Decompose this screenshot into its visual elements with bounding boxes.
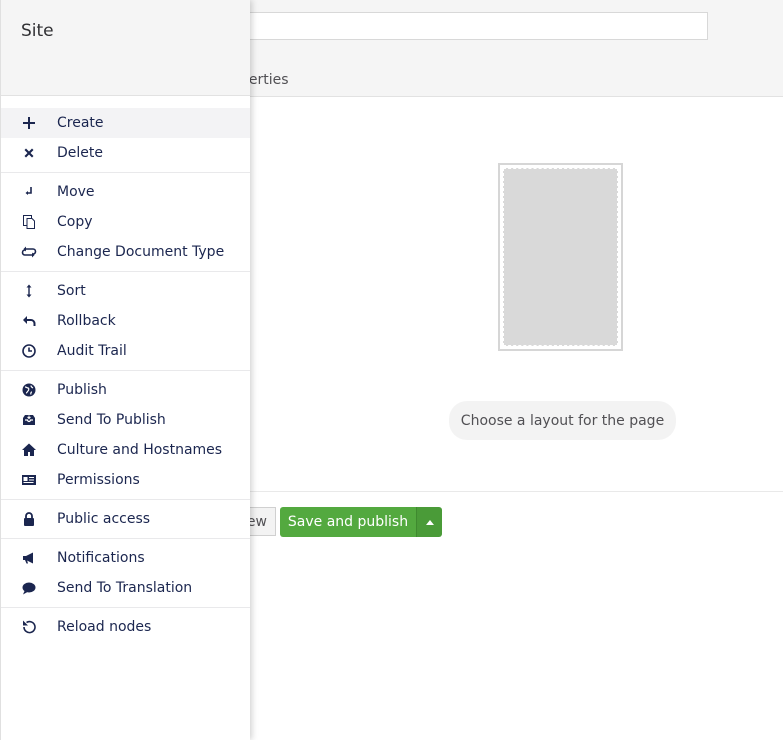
inbox-icon bbox=[1, 412, 57, 428]
clock-icon bbox=[1, 343, 57, 359]
menu-separator bbox=[1, 370, 250, 371]
menu-item-label: Copy bbox=[57, 214, 93, 230]
node-name-input[interactable] bbox=[240, 12, 708, 40]
caret-up-icon bbox=[425, 519, 434, 525]
menu-item-audit-trail[interactable]: Audit Trail bbox=[1, 336, 250, 366]
menu-item-reload-nodes[interactable]: Reload nodes bbox=[1, 612, 250, 642]
menu-item-label: Delete bbox=[57, 145, 103, 161]
menu-item-move[interactable]: Move bbox=[1, 177, 250, 207]
menu-item-label: Send To Translation bbox=[57, 580, 193, 596]
menu-item-label: Permissions bbox=[57, 472, 140, 488]
actions-menu: Create Delete Move Copy Change Document Type… bbox=[1, 96, 250, 642]
copy-icon bbox=[1, 214, 57, 230]
chat-icon bbox=[1, 580, 57, 596]
choose-layout-button[interactable]: Choose a layout for the page bbox=[449, 401, 676, 440]
menu-item-label: Public access bbox=[57, 511, 151, 527]
menu-item-label: Move bbox=[57, 184, 95, 200]
menu-item-label: Send To Publish bbox=[57, 412, 166, 428]
menu-item-culture-and-hostnames[interactable]: Culture and Hostnames bbox=[1, 435, 250, 465]
lock-icon bbox=[1, 511, 57, 527]
actions-panel: Site Create Delete Move Copy Change Document… bbox=[0, 0, 250, 740]
menu-separator bbox=[1, 607, 250, 608]
menu-separator bbox=[1, 499, 250, 500]
menu-item-publish[interactable]: Publish bbox=[1, 375, 250, 405]
menu-item-label: Change Document Type bbox=[57, 244, 225, 260]
menu-item-delete[interactable]: Delete bbox=[1, 138, 250, 168]
home-icon bbox=[1, 442, 57, 458]
menu-item-label: Publish bbox=[57, 382, 107, 398]
menu-item-label: Culture and Hostnames bbox=[57, 442, 223, 458]
move-icon bbox=[1, 184, 57, 200]
reload-icon bbox=[1, 619, 57, 635]
panel-title: Site bbox=[21, 21, 54, 41]
save-publish-group: Save and publish bbox=[280, 507, 442, 537]
menu-item-send-to-translation[interactable]: Send To Translation bbox=[1, 573, 250, 603]
menu-separator bbox=[1, 271, 250, 272]
megaphone-icon bbox=[1, 550, 57, 566]
layout-thumbnail[interactable] bbox=[498, 163, 623, 351]
menu-item-sort[interactable]: Sort bbox=[1, 276, 250, 306]
menu-item-create[interactable]: Create bbox=[1, 108, 250, 138]
swap-icon bbox=[1, 244, 57, 260]
save-and-publish-label: Save and publish bbox=[287, 514, 409, 530]
sort-icon bbox=[1, 283, 57, 299]
menu-item-label: Sort bbox=[57, 283, 86, 299]
globe-icon bbox=[1, 382, 57, 398]
menu-item-change-document-type[interactable]: Change Document Type bbox=[1, 237, 250, 267]
save-and-publish-button[interactable]: Save and publish bbox=[280, 507, 416, 537]
menu-item-notifications[interactable]: Notifications bbox=[1, 543, 250, 573]
menu-item-label: Audit Trail bbox=[57, 343, 127, 359]
menu-item-label: Create bbox=[57, 115, 104, 131]
undo-icon bbox=[1, 313, 57, 329]
menu-item-permissions[interactable]: Permissions bbox=[1, 465, 250, 495]
tab-properties[interactable]: perties bbox=[240, 72, 440, 92]
menu-item-label: Reload nodes bbox=[57, 619, 152, 635]
choose-layout-label: Choose a layout for the page bbox=[460, 412, 665, 429]
menu-item-send-to-publish[interactable]: Send To Publish bbox=[1, 405, 250, 435]
menu-item-copy[interactable]: Copy bbox=[1, 207, 250, 237]
layout-placeholder bbox=[503, 168, 618, 346]
menu-item-public-access[interactable]: Public access bbox=[1, 504, 250, 534]
id-card-icon bbox=[1, 472, 57, 488]
menu-item-rollback[interactable]: Rollback bbox=[1, 306, 250, 336]
panel-header: Site bbox=[1, 0, 250, 96]
plus-icon bbox=[1, 115, 57, 131]
menu-separator bbox=[1, 538, 250, 539]
publish-options-button[interactable] bbox=[416, 507, 442, 537]
menu-separator bbox=[1, 172, 250, 173]
close-icon bbox=[1, 145, 57, 161]
menu-item-label: Notifications bbox=[57, 550, 145, 566]
menu-item-label: Rollback bbox=[57, 313, 116, 329]
